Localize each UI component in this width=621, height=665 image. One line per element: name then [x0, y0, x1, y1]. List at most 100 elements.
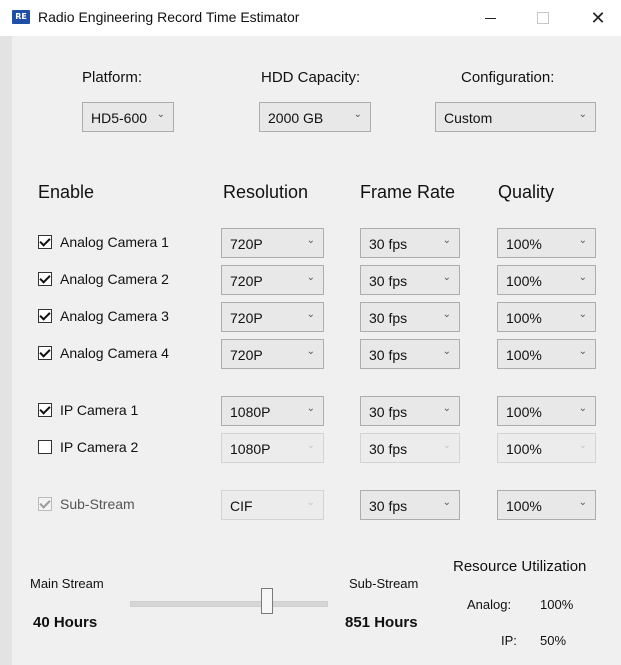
ip-utilization-label: IP: [501, 633, 517, 648]
minimize-button[interactable] [468, 0, 512, 36]
fps-value: 30 fps [369, 404, 408, 420]
chevron-down-icon: ⌄ [442, 346, 451, 357]
chevron-down-icon: ⌄ [442, 440, 451, 451]
chevron-down-icon: ⌄ [353, 109, 362, 120]
frame-rate-select-ip-camera-2: 30 fps ⌄ [360, 433, 460, 463]
stream-ratio-slider-thumb[interactable] [261, 588, 273, 614]
enable-checkbox-sub-stream: Sub-Stream [38, 495, 135, 513]
platform-label: Platform: [82, 69, 143, 86]
checkbox-icon[interactable] [38, 309, 52, 323]
quality-value: 100% [506, 236, 542, 252]
enable-checkbox-analog-camera-2[interactable]: Analog Camera 2 [38, 270, 169, 288]
quality-select-sub-stream[interactable]: 100% ⌄ [497, 490, 596, 520]
enable-checkbox-ip-camera-2[interactable]: IP Camera 2 [38, 438, 138, 456]
chevron-down-icon: ⌄ [578, 272, 587, 283]
quality-value: 100% [506, 347, 542, 363]
title-bar: RE Radio Engineering Record Time Estimat… [0, 0, 621, 36]
fps-value: 30 fps [369, 236, 408, 252]
fps-value: 30 fps [369, 498, 408, 514]
frame-rate-select-ip-camera-1[interactable]: 30 fps ⌄ [360, 396, 460, 426]
enable-checkbox-ip-camera-1[interactable]: IP Camera 1 [38, 401, 138, 419]
fps-value: 30 fps [369, 310, 408, 326]
resolution-value: 720P [230, 347, 263, 363]
resolution-select-ip-camera-2: 1080P ⌄ [221, 433, 324, 463]
chevron-down-icon: ⌄ [306, 440, 315, 451]
hdd-capacity-select[interactable]: 2000 GB ⌄ [259, 102, 371, 132]
quality-select-ip-camera-1[interactable]: 100% ⌄ [497, 396, 596, 426]
chevron-down-icon: ⌄ [306, 346, 315, 357]
configuration-label: Configuration: [461, 69, 555, 86]
platform-value: HD5-600 [91, 110, 148, 126]
frame-rate-header: Frame Rate [360, 182, 456, 202]
camera-label: IP Camera 2 [60, 439, 139, 455]
enable-checkbox-analog-camera-4[interactable]: Analog Camera 4 [38, 344, 169, 362]
frame-rate-select-analog-camera-4[interactable]: 30 fps ⌄ [360, 339, 460, 369]
resolution-select-analog-camera-2[interactable]: 720P ⌄ [221, 265, 324, 295]
resolution-value: 720P [230, 273, 263, 289]
analog-utilization-value: 100% [540, 597, 574, 612]
chevron-down-icon: ⌄ [442, 235, 451, 246]
ip-utilization-value: 50% [540, 633, 567, 648]
quality-select-analog-camera-3[interactable]: 100% ⌄ [497, 302, 596, 332]
checkbox-icon[interactable] [38, 440, 52, 454]
close-button[interactable]: ✕ [576, 0, 620, 36]
enable-header: Enable [38, 182, 95, 202]
sub-stream-hours: 851 Hours [345, 614, 418, 631]
platform-select[interactable]: HD5-600 ⌄ [82, 102, 174, 132]
chevron-down-icon: ⌄ [442, 497, 451, 508]
chevron-down-icon: ⌄ [306, 497, 315, 508]
checkbox-icon[interactable] [38, 346, 52, 360]
resolution-header: Resolution [223, 182, 309, 202]
enable-checkbox-analog-camera-1[interactable]: Analog Camera 1 [38, 233, 169, 251]
chevron-down-icon: ⌄ [156, 109, 165, 120]
analog-utilization-label: Analog: [467, 597, 512, 612]
quality-select-analog-camera-2[interactable]: 100% ⌄ [497, 265, 596, 295]
camera-label: Sub-Stream [60, 496, 135, 512]
resolution-select-analog-camera-4[interactable]: 720P ⌄ [221, 339, 324, 369]
quality-select-analog-camera-4[interactable]: 100% ⌄ [497, 339, 596, 369]
resolution-value: CIF [230, 498, 253, 514]
frame-rate-select-sub-stream[interactable]: 30 fps ⌄ [360, 490, 460, 520]
quality-value: 100% [506, 310, 542, 326]
close-icon: ✕ [590, 7, 606, 28]
configuration-select[interactable]: Custom ⌄ [435, 102, 596, 132]
quality-value: 100% [506, 498, 542, 514]
hdd-capacity-value: 2000 GB [268, 110, 324, 126]
sub-stream-label: Sub-Stream [349, 576, 419, 591]
maximize-icon [537, 12, 549, 24]
resolution-value: 720P [230, 310, 263, 326]
maximize-button[interactable] [521, 0, 565, 36]
main-stream-hours: 40 Hours [33, 614, 98, 631]
frame-rate-select-analog-camera-1[interactable]: 30 fps ⌄ [360, 228, 460, 258]
quality-header: Quality [498, 182, 555, 202]
app-logo-icon: RE [12, 10, 30, 24]
resolution-select-analog-camera-1[interactable]: 720P ⌄ [221, 228, 324, 258]
checkbox-icon[interactable] [38, 403, 52, 417]
chevron-down-icon: ⌄ [578, 497, 587, 508]
chevron-down-icon: ⌄ [578, 403, 587, 414]
quality-value: 100% [506, 441, 542, 457]
checkbox-icon[interactable] [38, 272, 52, 286]
resolution-value: 1080P [230, 441, 271, 457]
enable-checkbox-analog-camera-3[interactable]: Analog Camera 3 [38, 307, 169, 325]
frame-rate-select-analog-camera-3[interactable]: 30 fps ⌄ [360, 302, 460, 332]
configuration-value: Custom [444, 110, 493, 126]
resolution-select-analog-camera-3[interactable]: 720P ⌄ [221, 302, 324, 332]
frame-rate-select-analog-camera-2[interactable]: 30 fps ⌄ [360, 265, 460, 295]
resolution-select-sub-stream: CIF ⌄ [221, 490, 324, 520]
fps-value: 30 fps [369, 347, 408, 363]
chevron-down-icon: ⌄ [306, 272, 315, 283]
main-stream-label: Main Stream [30, 576, 104, 591]
stream-ratio-slider-track[interactable] [130, 601, 328, 607]
chevron-down-icon: ⌄ [306, 235, 315, 246]
camera-label: Analog Camera 4 [60, 345, 169, 361]
camera-label: Analog Camera 3 [60, 308, 169, 324]
quality-value: 100% [506, 404, 542, 420]
quality-select-analog-camera-1[interactable]: 100% ⌄ [497, 228, 596, 258]
chevron-down-icon: ⌄ [578, 346, 587, 357]
chevron-down-icon: ⌄ [578, 440, 587, 451]
camera-label: Analog Camera 1 [60, 234, 169, 250]
checkbox-icon[interactable] [38, 235, 52, 249]
chevron-down-icon: ⌄ [442, 309, 451, 320]
resolution-select-ip-camera-1[interactable]: 1080P ⌄ [221, 396, 324, 426]
